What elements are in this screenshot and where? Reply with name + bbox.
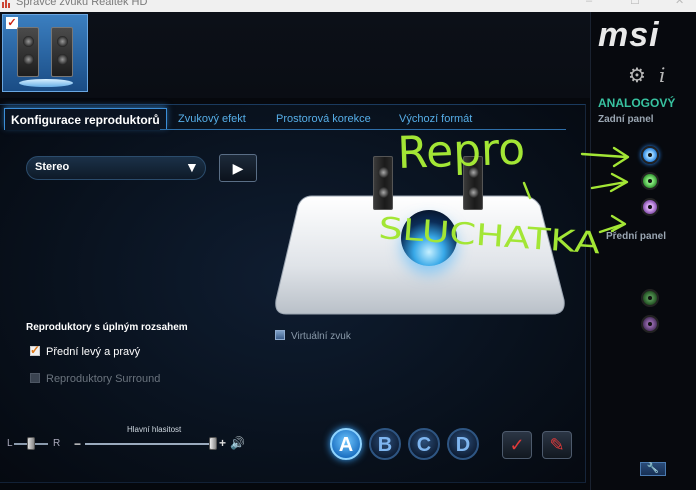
virtual-sound-check-icon bbox=[275, 330, 285, 340]
info-icon[interactable]: i bbox=[659, 64, 665, 86]
analog-label: ANALOGOVÝ bbox=[598, 96, 676, 110]
surround-checkbox[interactable]: Reproduktory Surround bbox=[30, 373, 160, 385]
realtek-audio-manager-window: Správce zvuku Realtek HD – ☐ ✕ ✓ msi ⚙ i… bbox=[0, 0, 696, 490]
rear-jack-green[interactable] bbox=[641, 172, 659, 190]
balance-slider-thumb[interactable] bbox=[27, 437, 35, 450]
front-jack-green[interactable] bbox=[641, 289, 659, 307]
bottom-bar bbox=[0, 482, 586, 490]
profile-b-button[interactable]: B bbox=[369, 428, 401, 460]
realtek-app-icon bbox=[2, 0, 12, 8]
apply-check-button[interactable]: ✓ bbox=[502, 431, 532, 459]
master-volume-thumb[interactable] bbox=[209, 437, 217, 450]
surround-label: Reproduktory Surround bbox=[46, 373, 161, 385]
speaker-volume-icon[interactable]: 🔊 bbox=[230, 436, 245, 450]
tab-speaker-configuration[interactable]: Konfigurace reproduktorů bbox=[4, 108, 167, 130]
tab-room-correction[interactable]: Prostorová korekce bbox=[276, 108, 371, 130]
surround-check-icon bbox=[30, 373, 40, 383]
speaker-config-dropdown[interactable]: Stereo ▼ bbox=[26, 156, 206, 180]
close-icon[interactable]: ✕ bbox=[675, 0, 684, 7]
front-lr-checkbox[interactable]: Přední levý a pravý bbox=[30, 343, 141, 358]
balance-right-label: R bbox=[53, 438, 61, 449]
front-right-speaker-icon[interactable] bbox=[463, 156, 483, 210]
front-jack-purple[interactable] bbox=[641, 315, 659, 333]
tab-bar: Konfigurace reproduktorů Zvukový efekt P… bbox=[2, 108, 564, 130]
minimize-icon[interactable]: – bbox=[586, 0, 592, 7]
front-lr-label: Přední levý a pravý bbox=[46, 346, 141, 358]
profile-d-button[interactable]: D bbox=[447, 428, 479, 460]
master-volume-track[interactable] bbox=[85, 443, 215, 445]
front-lr-check-icon bbox=[30, 343, 40, 357]
volume-plus-icon[interactable]: + bbox=[219, 436, 226, 450]
front-left-speaker-icon[interactable] bbox=[373, 156, 393, 210]
master-volume-label: Hlavní hlasitost bbox=[127, 425, 182, 434]
volume-minus-icon[interactable]: − bbox=[74, 437, 81, 451]
speaker-config-value: Stereo bbox=[35, 161, 70, 173]
tab-sound-effect[interactable]: Zvukový efekt bbox=[178, 108, 246, 130]
play-icon: ▶ bbox=[232, 160, 244, 176]
checkmark-pencil-icon: ✎ bbox=[549, 435, 565, 455]
virtual-sound-label: Virtuální zvuk bbox=[291, 331, 351, 342]
window-title: Správce zvuku Realtek HD bbox=[16, 0, 148, 8]
speaker-stand-icon bbox=[19, 79, 73, 87]
edit-check-button[interactable]: ✎ bbox=[542, 431, 572, 459]
device-strip bbox=[0, 12, 590, 98]
checkmark-icon: ✓ bbox=[509, 435, 525, 455]
profile-c-button[interactable]: C bbox=[408, 428, 440, 460]
tab-default-format[interactable]: Výchozí formát bbox=[399, 108, 472, 130]
chevron-down-icon: ▼ bbox=[185, 159, 199, 175]
speakers-device-tile[interactable]: ✓ bbox=[2, 14, 88, 92]
listener-orb-icon bbox=[401, 210, 457, 266]
title-bar: Správce zvuku Realtek HD – ☐ ✕ bbox=[0, 0, 696, 12]
tab-underline bbox=[160, 129, 566, 130]
rear-jack-purple[interactable] bbox=[641, 198, 659, 216]
right-speaker-icon bbox=[51, 27, 73, 77]
gear-icon[interactable]: ⚙ bbox=[628, 66, 646, 86]
full-range-heading: Reproduktory s úplným rozsahem bbox=[26, 322, 188, 333]
rear-jack-blue[interactable] bbox=[641, 146, 659, 164]
left-speaker-icon bbox=[17, 27, 39, 77]
wrench-settings-button[interactable]: 🔧 bbox=[640, 462, 666, 476]
profile-a-button[interactable]: A bbox=[330, 428, 362, 460]
balance-left-label: L bbox=[7, 438, 13, 449]
play-test-button[interactable]: ▶ bbox=[219, 154, 257, 182]
rear-panel-label: Zadní panel bbox=[598, 114, 654, 125]
msi-logo: msi bbox=[598, 16, 660, 54]
maximize-icon[interactable]: ☐ bbox=[630, 0, 640, 7]
virtual-sound-checkbox[interactable]: Virtuální zvuk bbox=[275, 330, 351, 342]
front-panel-label: Přední panel bbox=[606, 231, 667, 242]
